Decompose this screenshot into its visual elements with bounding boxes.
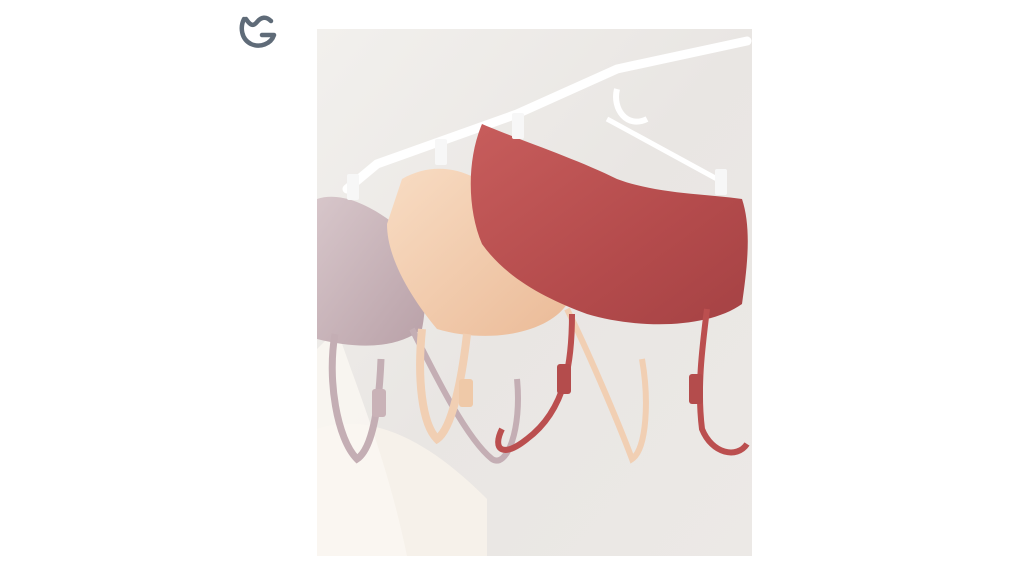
product-photo (317, 29, 752, 556)
mg-monogram-icon (239, 15, 277, 48)
brand-logo[interactable] (238, 11, 280, 49)
